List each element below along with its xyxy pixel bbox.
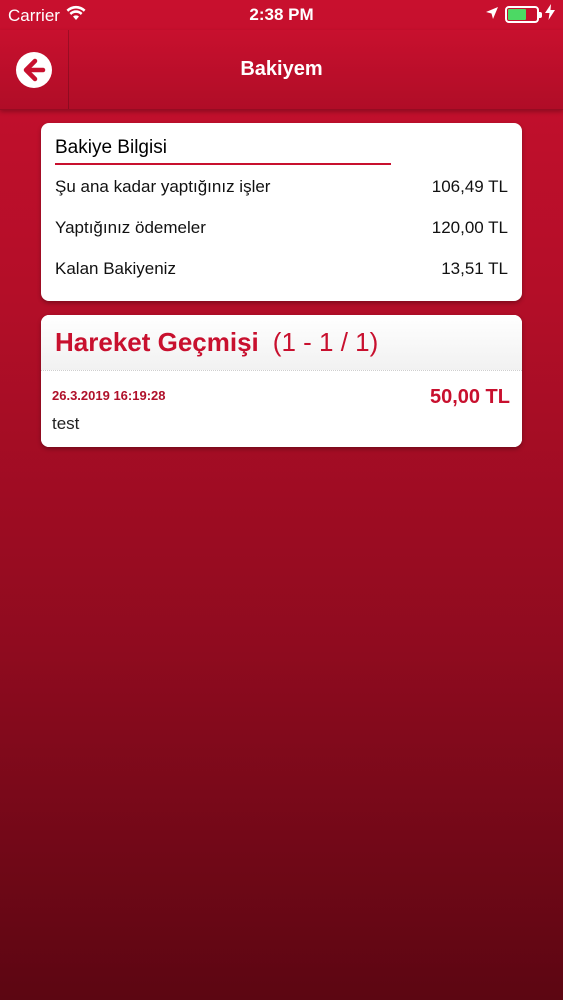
- balance-row: Kalan Bakiyeniz 13,51 TL: [55, 257, 508, 281]
- balance-row-label: Şu ana kadar yaptığınız işler: [55, 177, 271, 196]
- battery-icon: [505, 6, 542, 23]
- balance-row-label: Yaptığınız ödemeler: [55, 218, 206, 237]
- balance-row-value: 106,49 TL: [431, 177, 508, 196]
- history-card: Hareket Geçmişi (1 - 1 / 1) 26.3.2019 16…: [41, 315, 522, 447]
- status-right: [485, 4, 555, 25]
- history-list-item[interactable]: 26.3.2019 16:19:28 50,00 TL test: [41, 372, 522, 447]
- balance-row-value: 120,00 TL: [431, 218, 508, 237]
- status-bar: Carrier 2:38 PM: [0, 0, 563, 30]
- location-arrow-icon: [485, 5, 499, 25]
- balance-row-label: Kalan Bakiyeniz: [55, 259, 176, 278]
- navigation-bar: Bakiyem: [0, 30, 563, 110]
- history-header: Hareket Geçmişi (1 - 1 / 1): [41, 315, 522, 371]
- balance-header: Bakiye Bilgisi: [55, 137, 391, 165]
- balance-row-value: 13,51 TL: [441, 259, 508, 278]
- battery-fill: [508, 9, 527, 20]
- history-count: (1 - 1 / 1): [272, 327, 379, 357]
- history-item-description: test: [52, 414, 80, 433]
- history-item-amount: 50,00 TL: [429, 386, 510, 408]
- battery-tip: [539, 12, 542, 18]
- history-item-date: 26.3.2019 16:19:28: [52, 388, 166, 403]
- history-title: Hareket Geçmişi: [55, 327, 259, 357]
- page-title: Bakiyem: [240, 58, 323, 80]
- balance-row: Yaptığınız ödemeler 120,00 TL: [55, 216, 508, 240]
- charging-bolt-icon: [545, 4, 555, 25]
- status-time: 2:38 PM: [249, 5, 314, 24]
- balance-row: Şu ana kadar yaptığınız işler 106,49 TL: [55, 175, 508, 199]
